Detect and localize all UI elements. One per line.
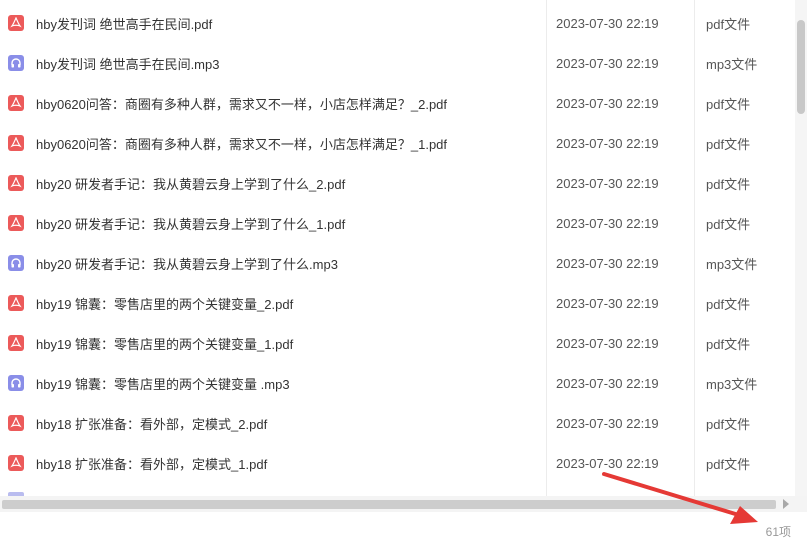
file-type: pdf文件 xyxy=(706,296,751,312)
file-name: hby0620问答：商圈有多种人群，需求又不一样，小店怎样满足？_2.pdf xyxy=(36,96,448,112)
file-type: pdf文件 xyxy=(706,176,751,192)
pdf-icon xyxy=(8,95,24,111)
pdf-icon xyxy=(8,415,24,431)
file-type: pdf文件 xyxy=(706,96,751,112)
file-name: hby发刊词 绝世高手在民间.mp3 xyxy=(36,56,220,72)
file-type: pdf文件 xyxy=(706,16,751,32)
file-date: 2023-07-30 22:19 xyxy=(556,55,659,71)
audio-icon xyxy=(8,55,24,71)
file-type: mp3文件 xyxy=(706,56,758,72)
file-name: hby19 锦囊：零售店里的两个关键变量_1.pdf xyxy=(36,336,294,352)
pdf-icon xyxy=(8,335,24,351)
file-date: 2023-07-30 22:19 xyxy=(556,15,659,31)
file-date: 2023-07-30 22:19 xyxy=(556,175,659,191)
file-row[interactable]: hby18 扩张准备：看外部，定模式_2.pdf 2023-07-30 22:1… xyxy=(0,403,795,443)
file-date: 2023-07-30 22:19 xyxy=(556,295,659,311)
file-date: 2023-07-30 22:19 xyxy=(556,375,659,391)
file-row[interactable]: hby20 研发者手记：我从黄碧云身上学到了什么_2.pdf 2023-07-3… xyxy=(0,163,795,203)
pdf-icon xyxy=(8,215,24,231)
file-list: hby发刊词 绝世高手在民间.pdf 2023-07-30 22:19 pdf文… xyxy=(0,0,795,496)
file-name: hby20 研发者手记：我从黄碧云身上学到了什么_2.pdf xyxy=(36,176,346,192)
horizontal-scrollbar[interactable] xyxy=(0,496,807,512)
file-type: pdf文件 xyxy=(706,456,751,472)
file-type: pdf文件 xyxy=(706,136,751,152)
pdf-icon xyxy=(8,15,24,31)
item-count: 61项 xyxy=(765,525,791,539)
file-date: 2023-07-30 22:19 xyxy=(556,135,659,151)
file-row[interactable]: hby发刊词 绝世高手在民间.mp3 2023-07-30 22:19 mp3文… xyxy=(0,43,795,83)
scroll-right-arrow-icon[interactable] xyxy=(783,499,789,509)
file-row[interactable]: hby0620问答：商圈有多种人群，需求又不一样，小店怎样满足？_1.pdf 2… xyxy=(0,123,795,163)
pdf-icon xyxy=(8,135,24,151)
file-row[interactable]: hby20 研发者手记：我从黄碧云身上学到了什么.mp3 2023-07-30 … xyxy=(0,243,795,283)
file-date: 2023-07-30 22:19 xyxy=(556,415,659,431)
file-date: 2023-07-30 22:19 xyxy=(556,455,659,471)
file-name: hby19 锦囊：零售店里的两个关键变量_2.pdf xyxy=(36,296,294,312)
file-row[interactable]: hby19 锦囊：零售店里的两个关键变量_1.pdf 2023-07-30 22… xyxy=(0,323,795,363)
file-name: hby18 扩张准备：看外部，定模式_2.pdf xyxy=(36,416,268,432)
file-date: 2023-07-30 22:19 xyxy=(556,215,659,231)
status-bar: 61项 xyxy=(0,512,807,544)
file-date: 2023-07-30 22:19 xyxy=(556,95,659,111)
file-row[interactable]: hby18 扩张准备：看外部，定模式_1.pdf 2023-07-30 22:1… xyxy=(0,443,795,483)
horizontal-scrollbar-thumb[interactable] xyxy=(2,500,776,509)
audio-icon xyxy=(8,255,24,271)
file-type: mp3文件 xyxy=(706,376,758,392)
vertical-scrollbar[interactable] xyxy=(795,0,807,496)
file-date: 2023-07-30 22:19 xyxy=(556,255,659,271)
file-type: pdf文件 xyxy=(706,216,751,232)
vertical-scrollbar-thumb[interactable] xyxy=(797,20,805,114)
file-name: hby20 研发者手记：我从黄碧云身上学到了什么_1.pdf xyxy=(36,216,346,232)
file-name: hby20 研发者手记：我从黄碧云身上学到了什么.mp3 xyxy=(36,256,338,272)
pdf-icon xyxy=(8,295,24,311)
file-name: hby18 扩张准备：看外部，定模式_1.pdf xyxy=(36,456,268,472)
file-date: 2023-07-30 22:19 xyxy=(556,335,659,351)
file-type: pdf文件 xyxy=(706,416,751,432)
pdf-icon xyxy=(8,455,24,471)
file-row[interactable]: hby发刊词 绝世高手在民间.pdf 2023-07-30 22:19 pdf文… xyxy=(0,3,795,43)
file-row[interactable]: hby20 研发者手记：我从黄碧云身上学到了什么_1.pdf 2023-07-3… xyxy=(0,203,795,243)
file-row[interactable]: hby19 锦囊：零售店里的两个关键变量_2.pdf 2023-07-30 22… xyxy=(0,283,795,323)
file-row[interactable]: hby19 锦囊：零售店里的两个关键变量 .mp3 2023-07-30 22:… xyxy=(0,363,795,403)
file-type: pdf文件 xyxy=(706,336,751,352)
pdf-icon xyxy=(8,175,24,191)
audio-icon xyxy=(8,375,24,391)
file-name: hby0620问答：商圈有多种人群，需求又不一样，小店怎样满足？_1.pdf xyxy=(36,136,448,152)
file-row[interactable]: hby0620问答：商圈有多种人群，需求又不一样，小店怎样满足？_2.pdf 2… xyxy=(0,83,795,123)
file-name: hby19 锦囊：零售店里的两个关键变量 .mp3 xyxy=(36,376,290,392)
file-name: hby发刊词 绝世高手在民间.pdf xyxy=(36,16,213,32)
file-type: mp3文件 xyxy=(706,256,758,272)
